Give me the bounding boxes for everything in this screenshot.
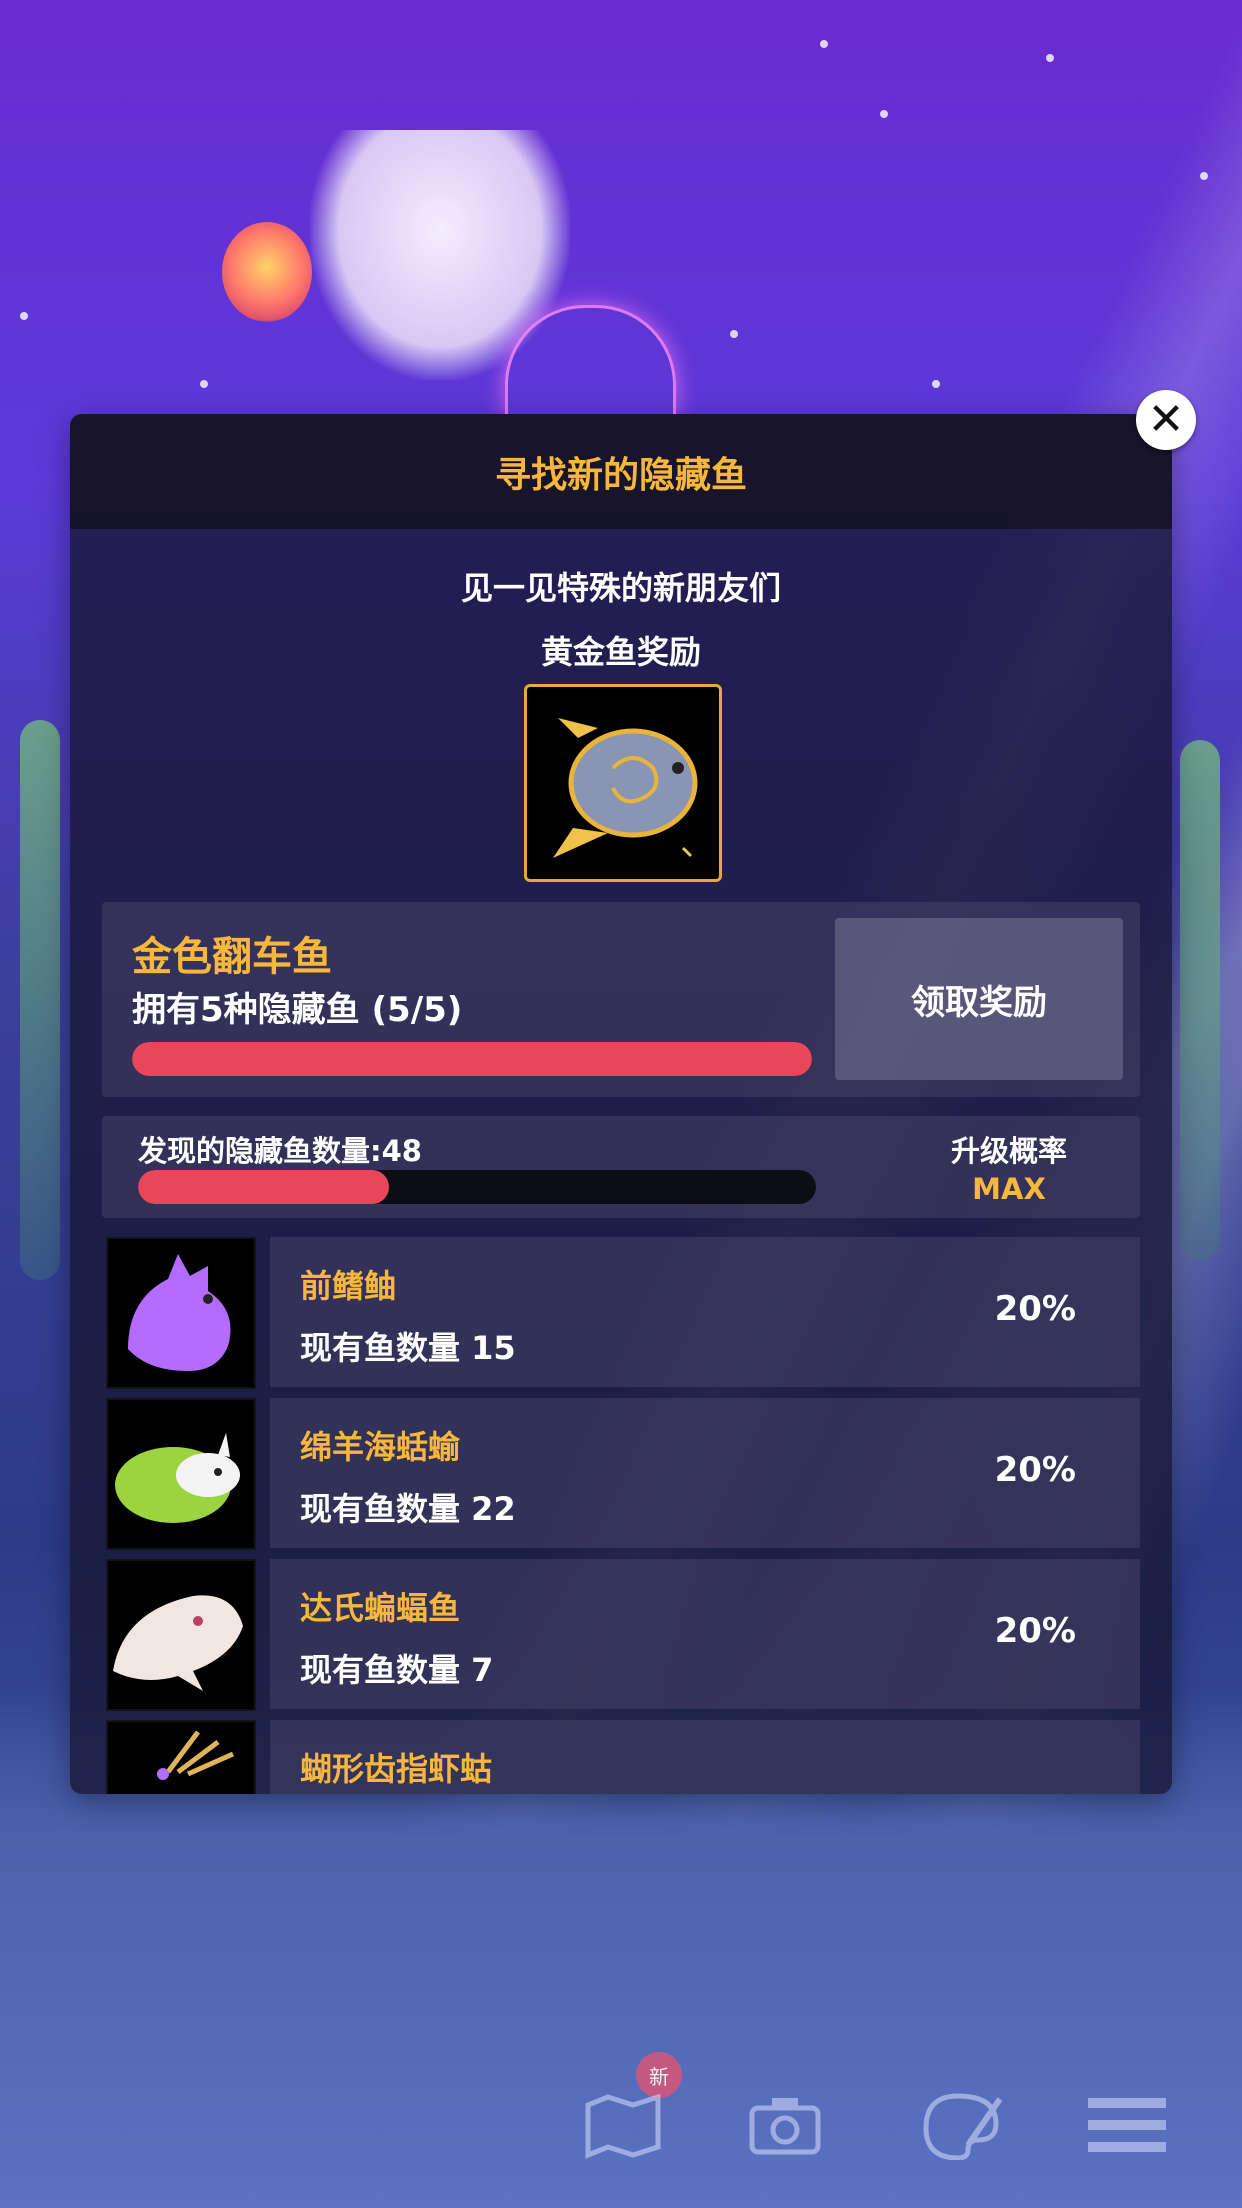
sparkle [932,380,940,388]
discovered-count-label: 发现的隐藏鱼数量:48 [138,1134,422,1168]
close-button[interactable]: ✕ [1136,390,1196,450]
fish-rate: 20% [994,1611,1076,1651]
palette-icon[interactable] [918,2090,1008,2161]
reward-progress-bar [132,1042,812,1076]
fish-name: 绵羊海蛞蝓 [300,1428,461,1466]
close-icon: ✕ [1147,394,1185,445]
seaweed-decoration [20,720,60,1280]
panel-header: 寻找新的隐藏鱼 [70,414,1172,529]
list-item[interactable]: 达氏蝙蝠鱼 现有鱼数量 7 20% [102,1559,1140,1711]
panel-title: 寻找新的隐藏鱼 [494,454,747,496]
reward-row: 金色翻车鱼 拥有5种隐藏鱼 (5/5) 领取奖励 [102,902,1140,1097]
fish-name: 前鳍鲉 [300,1267,397,1305]
purple-fish-icon [106,1237,256,1389]
panel-subtitle: 见一见特殊的新朋友们 [460,569,781,607]
fish-list[interactable]: 前鳍鲉 现有鱼数量 15 20% 绵羊海蛞蝓 现有鱼数量 22 20% 达氏蝙蝠… [102,1237,1140,1794]
fish-card: 蝴形齿指虾蛄 [270,1720,1140,1794]
reward-caption: 黄金鱼奖励 [540,633,701,671]
fish-count: 现有鱼数量 7 [300,1651,494,1689]
sparkle [820,40,828,48]
fish-count: 现有鱼数量 15 [300,1329,516,1367]
batfish-icon [106,1559,256,1711]
map-icon[interactable] [578,2090,668,2160]
seaweed-decoration [1180,740,1220,1260]
reward-description: 拥有5种隐藏鱼 (5/5) [132,990,463,1030]
discovered-row: 发现的隐藏鱼数量:48 升级概率 MAX [102,1116,1140,1218]
discovered-progress-bar [138,1170,816,1204]
hidden-fish-panel: 寻找新的隐藏鱼 见一见特殊的新朋友们 黄金鱼奖励 金色翻车鱼 拥有5种隐藏鱼 (… [70,414,1172,1794]
reward-name: 金色翻车鱼 [132,934,332,980]
fish-name: 达氏蝙蝠鱼 [300,1589,461,1627]
sparkle [1046,54,1054,62]
fish-card: 前鳍鲉 现有鱼数量 15 20% [270,1237,1140,1387]
lantern-jellyfish-decoration [222,222,312,322]
fish-rate: 20% [994,1450,1076,1490]
camera-icon[interactable] [742,2090,832,2160]
list-item[interactable]: 绵羊海蛞蝓 现有鱼数量 22 20% [102,1398,1140,1550]
fish-card: 绵羊海蛞蝓 现有鱼数量 22 20% [270,1398,1140,1548]
sparkle [1200,172,1208,180]
fish-name: 蝴形齿指虾蛄 [300,1750,493,1788]
list-item[interactable]: 蝴形齿指虾蛄 [102,1720,1140,1794]
sparkle [200,380,208,388]
list-icon[interactable] [1082,2090,1172,2160]
sparkle [20,312,28,320]
fish-card: 达氏蝙蝠鱼 现有鱼数量 7 20% [270,1559,1140,1709]
upgrade-rate-label: 升级概率 [950,1134,1067,1168]
upgrade-rate-value: MAX [972,1172,1046,1206]
discovered-progress-fill [138,1170,389,1204]
list-item[interactable]: 前鳍鲉 现有鱼数量 15 20% [102,1237,1140,1389]
sea-slug-icon [106,1398,256,1550]
claim-reward-button[interactable]: 领取奖励 [835,918,1123,1080]
golden-sunfish-icon [524,684,722,882]
fish-count: 现有鱼数量 22 [300,1490,516,1528]
sparkle [880,110,888,118]
sparkle [730,330,738,338]
fish-rate: 20% [994,1289,1076,1329]
reward-progress-fill [132,1042,812,1076]
mantis-shrimp-icon [106,1720,256,1794]
